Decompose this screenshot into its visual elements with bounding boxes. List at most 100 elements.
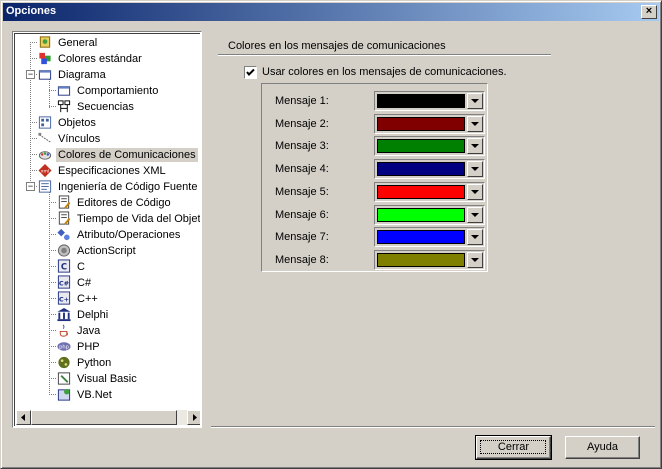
message-color-select[interactable] [374, 249, 485, 270]
message-label: Mensaje 7: [275, 231, 329, 244]
message-label: Mensaje 3: [275, 140, 329, 153]
arrow-left-icon [21, 414, 25, 421]
section-title: Colores en los mensajes de comunicacione… [228, 40, 446, 52]
chevron-down-icon [471, 99, 479, 103]
tree-connector [49, 250, 56, 251]
tree-item-label: C# [77, 277, 92, 289]
svg-text:php: php [59, 344, 69, 350]
java-icon [59, 324, 68, 337]
general-icon [39, 36, 51, 48]
message-color-row: Mensaje 3: [262, 136, 487, 157]
dropdown-button[interactable] [467, 206, 483, 223]
message-color-select[interactable] [374, 204, 485, 225]
dropdown-button[interactable] [467, 138, 483, 155]
tree-expander[interactable]: − [26, 182, 35, 191]
scroll-right-button[interactable] [187, 410, 200, 425]
message-color-select[interactable] [374, 113, 485, 134]
message-color-row: Mensaje 6: [262, 204, 487, 225]
dropdown-button[interactable] [467, 161, 483, 178]
dropdown-button[interactable] [467, 183, 483, 200]
tree-connector [49, 266, 56, 267]
dropdown-button[interactable] [467, 251, 483, 268]
tree-item-label: Delphi [77, 309, 109, 321]
sequence-icon [57, 100, 71, 113]
options-dialog: Opciones × General Colores estándar − Diagr… [0, 0, 662, 469]
tree-item-label: C++ [77, 293, 98, 305]
message-label: Mensaje 5: [275, 185, 329, 198]
message-label: Mensaje 8: [275, 253, 329, 266]
close-button-label: Cerrar [497, 441, 530, 453]
close-button[interactable]: Cerrar [475, 435, 552, 460]
message-color-select[interactable] [374, 136, 485, 157]
dropdown-button[interactable] [467, 229, 483, 246]
tree-expander[interactable]: − [26, 70, 35, 79]
tree-connector [49, 106, 56, 107]
color-swatch [377, 252, 465, 267]
tree-connector [30, 122, 37, 123]
scroll-thumb[interactable] [31, 410, 177, 425]
csharp-icon: C# [57, 275, 71, 289]
tree-item-label: Editores de Código [77, 197, 171, 209]
options-tree[interactable]: General Colores estándar − Diagrama Comporta… [12, 31, 202, 428]
tree-connector [49, 378, 56, 379]
tree-item-label: Java [77, 325, 101, 337]
chevron-down-icon [471, 144, 479, 149]
colors-icon [39, 52, 51, 65]
help-button-label: Ayuda [587, 441, 618, 453]
message-label: Mensaje 1: [275, 95, 329, 107]
tree-item-label: Objetos [58, 117, 96, 129]
message-label: Mensaje 4: [275, 163, 329, 176]
tree-item-label: Comportamiento [77, 85, 159, 97]
object-lifetime-icon [58, 211, 71, 225]
window-title: Opciones [6, 5, 57, 17]
php-icon: php [57, 342, 71, 351]
tree-item-label: Vínculos [58, 133, 101, 145]
message-color-row: Mensaje 8: [262, 249, 487, 270]
message-color-row: Mensaje 1: [262, 91, 487, 111]
c-icon: C [57, 259, 71, 273]
source-code-icon [38, 180, 52, 193]
tree-connector [49, 202, 56, 203]
message-color-select[interactable] [374, 159, 485, 180]
message-color-row: Mensaje 2: [262, 113, 487, 134]
tree-item-label: General [58, 37, 98, 49]
links-icon [38, 132, 51, 143]
tree-connector [49, 362, 56, 363]
color-swatch [377, 116, 465, 131]
tree-connector [49, 394, 56, 395]
use-colors-label[interactable]: Usar colores en los mensajes de comunica… [262, 66, 507, 78]
dropdown-button[interactable] [467, 115, 483, 132]
attribute-operations-icon [57, 228, 70, 241]
bottom-divider [211, 426, 655, 428]
use-colors-checkbox[interactable] [244, 66, 257, 79]
actionscript-icon [57, 244, 71, 257]
tree-item-label: PHP [77, 341, 100, 353]
scroll-left-button[interactable] [16, 410, 31, 425]
tree-connector [49, 330, 56, 331]
arrow-right-icon [193, 414, 197, 421]
tree-connector [30, 170, 37, 171]
behavior-icon [57, 86, 71, 96]
horizontal-scrollbar[interactable] [16, 410, 200, 425]
message-color-row: Mensaje 5: [262, 181, 487, 202]
tree-item-label: Ingeniería de Código Fuente [58, 181, 198, 193]
title-bar[interactable]: Opciones × [3, 3, 659, 21]
color-swatch [377, 162, 465, 177]
chevron-down-icon [471, 257, 479, 262]
tree-guide-line [30, 42, 31, 187]
message-color-select[interactable] [374, 181, 485, 202]
close-window-button[interactable]: × [641, 5, 657, 19]
message-color-row: Mensaje 4: [262, 159, 487, 180]
visual-basic-icon [57, 372, 71, 385]
cpp-icon: C+ [57, 291, 71, 305]
help-button[interactable]: Ayuda [565, 436, 640, 459]
tree-connector [49, 90, 56, 91]
svg-text:C#: C# [59, 279, 70, 287]
tree-connector [49, 218, 56, 219]
vbnet-icon [57, 388, 71, 401]
message-color-select[interactable] [374, 227, 485, 248]
tree-item-label: ActionScript [77, 245, 136, 257]
message-color-select[interactable] [374, 91, 485, 111]
tree-item-label: Colores estándar [58, 53, 142, 65]
dropdown-button[interactable] [467, 93, 483, 109]
